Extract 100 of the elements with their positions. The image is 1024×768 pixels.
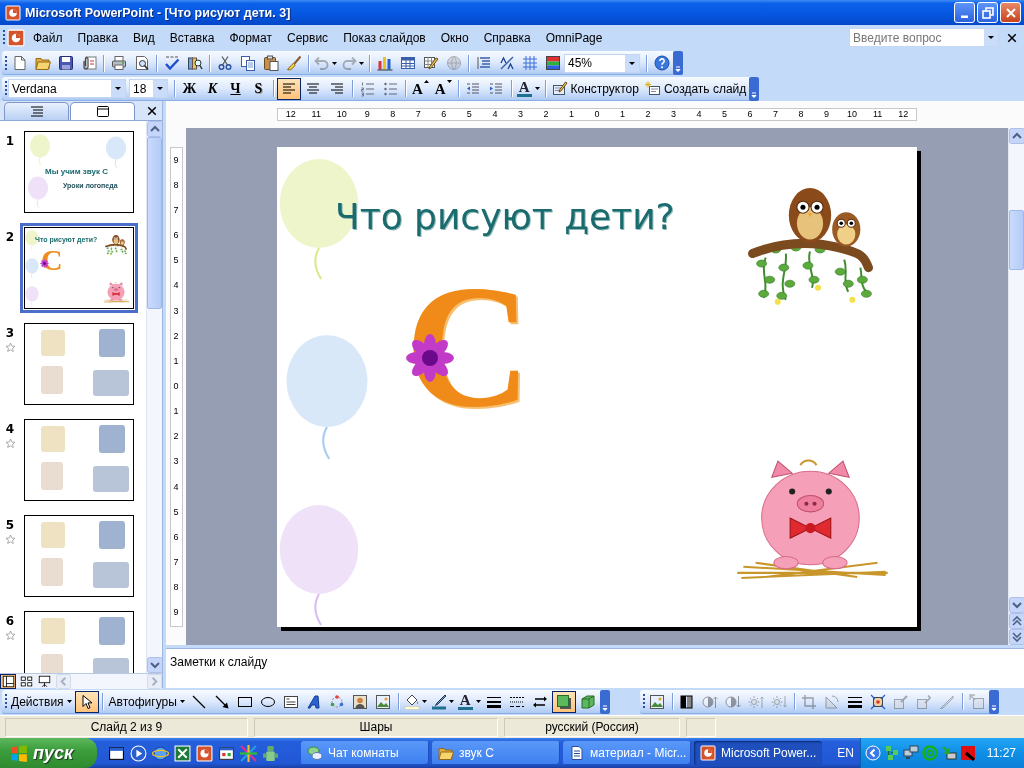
- play-circle-icon[interactable]: [130, 744, 147, 762]
- pointer-button[interactable]: [74, 690, 99, 713]
- grid-icon[interactable]: [521, 55, 538, 71]
- menu-item[interactable]: Сервис: [280, 27, 336, 48]
- menu-item[interactable]: Файл: [26, 27, 70, 48]
- double-chevron-down-icon[interactable]: [1008, 629, 1024, 645]
- underline-button[interactable]: Ч: [224, 77, 247, 100]
- toolbar-options-icon[interactable]: [599, 689, 610, 714]
- toolbar-grip-icon[interactable]: [5, 694, 8, 709]
- robot-icon[interactable]: [262, 744, 279, 762]
- menu-item[interactable]: Формат: [222, 27, 280, 48]
- close-icon[interactable]: [1006, 31, 1018, 44]
- books-magnifier-icon[interactable]: [186, 55, 203, 71]
- scrollbar-thumb[interactable]: [1009, 210, 1024, 270]
- shadow-button[interactable]: S: [247, 77, 270, 100]
- taskbar-button[interactable]: Microsoft Power...: [694, 741, 822, 765]
- help-icon[interactable]: [653, 55, 670, 71]
- numbered-list-icon[interactable]: [359, 80, 376, 97]
- menu-item[interactable]: Правка: [70, 27, 126, 48]
- font-color-button[interactable]: A: [514, 77, 542, 100]
- caret-icon[interactable]: [448, 700, 454, 703]
- language-indicator[interactable]: EN: [837, 746, 854, 760]
- printer-icon[interactable]: [110, 55, 127, 71]
- clipboard-icon[interactable]: [262, 55, 279, 71]
- increase-indent-icon[interactable]: [488, 80, 505, 97]
- globe-ring-icon[interactable]: [152, 744, 169, 762]
- paintbrush-icon[interactable]: [285, 55, 302, 71]
- menu-item[interactable]: Справка: [476, 27, 538, 48]
- help-search-field[interactable]: Введите вопрос: [849, 28, 999, 47]
- computers-icon[interactable]: [902, 745, 919, 761]
- toolbar-options-icon[interactable]: [673, 51, 683, 75]
- copy-icon[interactable]: [239, 55, 256, 71]
- two-bars-icon[interactable]: [679, 693, 696, 710]
- wordart-icon[interactable]: [306, 693, 323, 710]
- text-box-icon[interactable]: [283, 693, 300, 710]
- picture-icon[interactable]: [649, 693, 666, 710]
- actions-menu-button[interactable]: Действия: [8, 690, 75, 713]
- toolbar-options-icon[interactable]: [749, 76, 760, 101]
- designer-button[interactable]: Конструктор: [548, 77, 642, 100]
- menu-item[interactable]: Окно: [433, 27, 476, 48]
- new-slide-button[interactable]: Создать слайд: [641, 77, 750, 100]
- scroll-down-icon[interactable]: [146, 657, 162, 673]
- presentation-icon[interactable]: [196, 744, 213, 762]
- double-chevron-up-icon[interactable]: [1008, 613, 1024, 629]
- caret-icon[interactable]: [421, 700, 427, 703]
- bold-button[interactable]: Ж: [178, 77, 201, 100]
- scroll-up-icon[interactable]: [1008, 128, 1024, 144]
- toolbar-options-icon[interactable]: [988, 689, 999, 714]
- menu-item[interactable]: Показ слайдов: [336, 27, 433, 48]
- menu-item[interactable]: Вид: [126, 27, 162, 48]
- color-burst-icon[interactable]: [240, 744, 257, 762]
- toolbar-grip-icon[interactable]: [642, 694, 646, 709]
- formatting-marks-icon[interactable]: [498, 55, 515, 71]
- increase-font-button[interactable]: A: [409, 77, 432, 100]
- slides-tab[interactable]: [70, 102, 135, 120]
- antivirus-icon[interactable]: [959, 745, 976, 761]
- checkmark-icon[interactable]: [163, 55, 180, 71]
- arrow-icon[interactable]: [214, 693, 231, 710]
- compress-picture-icon[interactable]: [870, 693, 887, 710]
- autoshapes-menu-button[interactable]: Автофигуры: [105, 690, 188, 713]
- caret-icon[interactable]: [475, 700, 481, 703]
- paint-bucket-icon[interactable]: [403, 693, 420, 710]
- start-button[interactable]: пуск: [0, 738, 97, 768]
- font-name-field[interactable]: Verdana: [8, 79, 126, 98]
- table-pencil-icon[interactable]: [422, 55, 439, 71]
- presentation-icon[interactable]: [7, 28, 25, 47]
- spreadsheet-icon[interactable]: [174, 744, 191, 762]
- shadow-button[interactable]: [551, 690, 576, 713]
- diagram-icon[interactable]: [329, 693, 346, 710]
- expand-list-icon[interactable]: [475, 55, 492, 71]
- pen-icon[interactable]: [430, 693, 447, 710]
- color-stripes-icon[interactable]: [544, 55, 561, 71]
- zoom-field[interactable]: 45%: [564, 53, 640, 73]
- scroll-up-icon[interactable]: [146, 121, 162, 137]
- close-icon[interactable]: [146, 104, 158, 117]
- four-squares-button[interactable]: [18, 673, 34, 689]
- table-icon[interactable]: [399, 55, 416, 71]
- decrease-indent-icon[interactable]: [465, 80, 482, 97]
- paperclip-page-icon[interactable]: [80, 55, 97, 71]
- person-picture-icon[interactable]: [352, 693, 369, 710]
- caret-icon[interactable]: [66, 700, 72, 703]
- chevron-circle-icon[interactable]: [864, 745, 881, 761]
- outline-tab[interactable]: [4, 102, 69, 120]
- italic-button[interactable]: К: [201, 77, 224, 100]
- caret-icon[interactable]: [179, 700, 185, 703]
- page-magnifier-icon[interactable]: [133, 55, 150, 71]
- bulleted-list-icon[interactable]: [382, 80, 399, 97]
- decrease-font-button[interactable]: A: [431, 77, 455, 100]
- toolbar-grip-icon[interactable]: [3, 30, 6, 45]
- menu-item[interactable]: OmniPage: [538, 27, 610, 48]
- bar-chart-icon[interactable]: [376, 55, 393, 71]
- font-size-field[interactable]: 18: [129, 79, 168, 98]
- line-icon[interactable]: [191, 693, 208, 710]
- toolbar-grip-icon[interactable]: [5, 81, 8, 96]
- font-color-button[interactable]: A: [455, 690, 483, 713]
- scrollbar-thumb[interactable]: [147, 137, 162, 309]
- normal-view-button[interactable]: [0, 673, 16, 689]
- new-page-icon[interactable]: [11, 55, 28, 71]
- arrow-tray-icon[interactable]: [940, 745, 957, 761]
- menu-item[interactable]: Вставка: [162, 27, 222, 48]
